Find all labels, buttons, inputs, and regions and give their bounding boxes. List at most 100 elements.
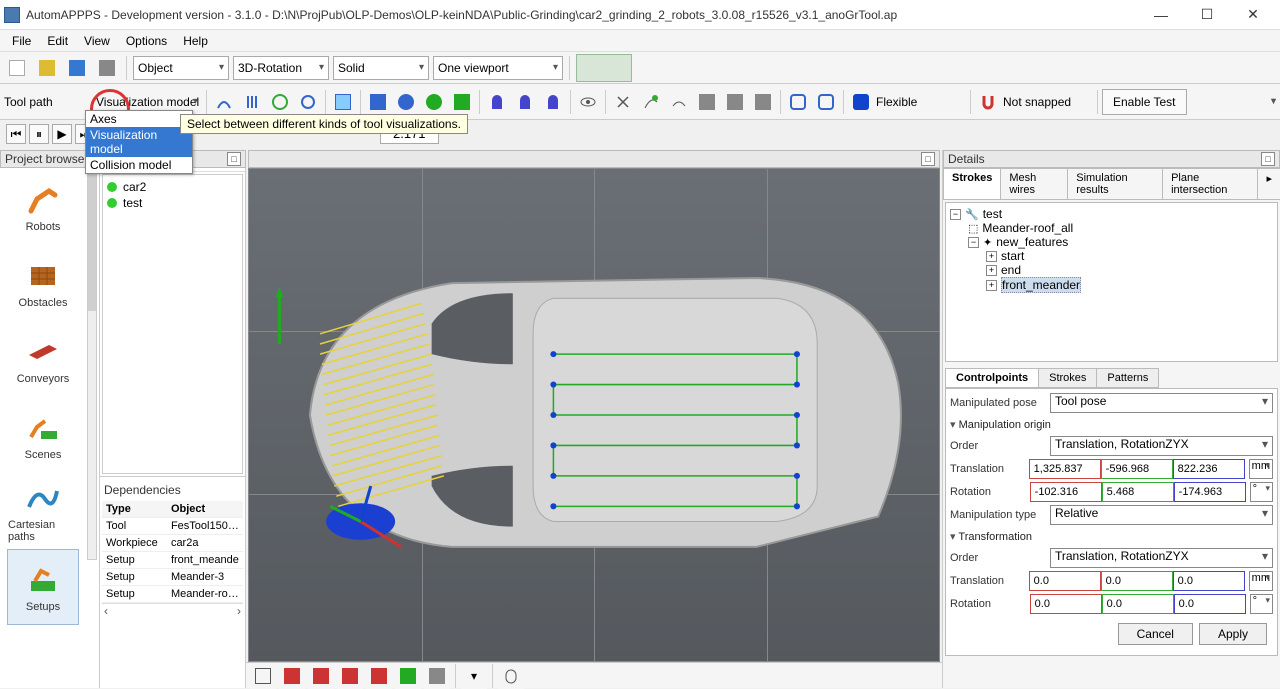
view-front-icon[interactable] [279,663,305,689]
subtab-patterns[interactable]: Patterns [1096,368,1159,388]
object-select[interactable]: Object [133,56,229,80]
tree-node-test[interactable]: test [107,195,238,211]
preview-panel-button[interactable] [576,54,632,82]
origin-tz[interactable] [1173,459,1245,479]
snap-select[interactable]: Not snapped [1003,95,1093,109]
table-row[interactable]: SetupMeander-3 [102,569,243,586]
menu-file[interactable]: File [4,32,39,50]
table-row[interactable]: ToolFesTool150mm [102,518,243,535]
skip-back-button[interactable]: ⏮ [6,124,26,144]
strokes-tree[interactable]: −🔧 test ⬚ Meander-roof_all −✦ new_featur… [945,202,1278,362]
view-fit-icon[interactable] [424,663,450,689]
tree-sel-front-meander[interactable]: front_meander [1001,277,1081,293]
robot-green-icon[interactable] [421,89,447,115]
origin-t-unit[interactable]: mm [1249,459,1273,479]
path-add-icon[interactable] [638,89,664,115]
robot-blue-icon[interactable] [365,89,391,115]
new-file-button[interactable] [4,55,30,81]
visualization-model-select[interactable]: Visualization model [96,95,202,109]
table-row[interactable]: SetupMeander-roo.. [102,586,243,603]
tab-overflow[interactable]: ▸ [1257,168,1280,199]
viewport-max-button[interactable]: □ [921,152,935,166]
apply-button[interactable]: Apply [1199,623,1267,645]
view-top-icon[interactable] [337,663,363,689]
category-cartesian[interactable]: Cartesian paths [7,473,79,549]
origin-ty[interactable] [1101,459,1173,479]
tf-ty[interactable] [1101,571,1173,591]
manip-type-select[interactable]: Relative [1050,505,1273,525]
tool-curve-icon[interactable] [211,89,237,115]
project-tree[interactable]: car2 test [102,174,243,474]
path-tool-2-icon[interactable] [722,89,748,115]
copy-button[interactable] [94,55,120,81]
link-2-icon[interactable] [813,89,839,115]
tf-rz[interactable] [1174,594,1246,614]
path-tool-1-icon[interactable] [694,89,720,115]
deps-h-scrollbar[interactable]: ‹› [102,603,243,618]
tf-ry[interactable] [1102,594,1174,614]
menu-options[interactable]: Options [118,32,175,50]
cancel-button[interactable]: Cancel [1118,623,1193,645]
origin-tx[interactable] [1029,459,1101,479]
eye-icon[interactable] [575,89,601,115]
save-button[interactable] [64,55,90,81]
table-row[interactable]: Setupfront_meande [102,552,243,569]
details-close-button[interactable]: □ [1261,152,1275,166]
rotation-select[interactable]: 3D-Rotation [233,56,329,80]
mode-select[interactable]: Tool path [4,95,94,109]
cylinder-icon[interactable] [848,89,874,115]
link-1-icon[interactable] [785,89,811,115]
tool-layers-icon[interactable] [330,89,356,115]
view-iso-icon[interactable] [366,663,392,689]
robot-refresh-icon[interactable] [449,89,475,115]
transformation-header[interactable]: Transformation [950,528,1273,545]
category-robots[interactable]: Robots [7,169,79,245]
open-file-button[interactable] [34,55,60,81]
manip-origin-header[interactable]: Manipulation origin [950,416,1273,433]
sidebar-scrollbar[interactable] [87,160,97,560]
play-button[interactable]: ▶ [52,124,72,144]
maximize-button[interactable]: ☐ [1184,1,1230,29]
menu-edit[interactable]: Edit [39,32,76,50]
tf-rx[interactable] [1030,594,1102,614]
pause-button[interactable]: ⏸ [29,124,49,144]
subtab-controlpoints[interactable]: Controlpoints [945,368,1039,388]
pin-blue-2-icon[interactable] [512,89,538,115]
mouse-icon[interactable] [498,663,524,689]
view-persp-icon[interactable] [395,663,421,689]
close-button[interactable]: ✕ [1230,1,1276,29]
origin-r-unit[interactable]: ° [1250,482,1273,502]
magnet-icon[interactable] [975,89,1001,115]
tab-plane[interactable]: Plane intersection [1162,168,1258,199]
view-side-icon[interactable] [308,663,334,689]
minimize-button[interactable]: — [1138,1,1184,29]
vm-option-visualization[interactable]: Visualization model [86,127,192,157]
pin-blue-1-icon[interactable] [484,89,510,115]
tab-strokes[interactable]: Strokes [943,168,1001,199]
3d-viewport[interactable] [248,168,940,662]
tf-r-unit[interactable]: ° [1250,594,1273,614]
pin-blue-3-icon[interactable] [540,89,566,115]
render-select[interactable]: Solid [333,56,429,80]
tool-parallel-icon[interactable] [239,89,265,115]
manipulated-pose-select[interactable]: Tool pose [1050,393,1273,413]
origin-ry[interactable] [1102,482,1174,502]
robot-gear-icon[interactable] [393,89,419,115]
vm-option-axes[interactable]: Axes [86,111,192,127]
path-edit-icon[interactable] [666,89,692,115]
flexible-select[interactable]: Flexible [876,95,966,109]
tab-mesh-wires[interactable]: Mesh wires [1000,168,1068,199]
tf-tx[interactable] [1029,571,1101,591]
cut-icon[interactable] [610,89,636,115]
order1-select[interactable]: Translation, RotationZYX [1050,436,1273,456]
table-row[interactable]: Workpiececar2a [102,535,243,552]
tab-simulation[interactable]: Simulation results [1067,168,1163,199]
tf-t-unit[interactable]: mm [1249,571,1273,591]
menu-view[interactable]: View [76,32,118,50]
viewport-select[interactable]: One viewport [433,56,563,80]
enable-test-button[interactable]: Enable Test [1102,89,1187,115]
category-scenes[interactable]: Scenes [7,397,79,473]
subtab-strokes[interactable]: Strokes [1038,368,1097,388]
pb-collapse-button[interactable]: □ [227,152,241,166]
origin-rz[interactable] [1174,482,1246,502]
